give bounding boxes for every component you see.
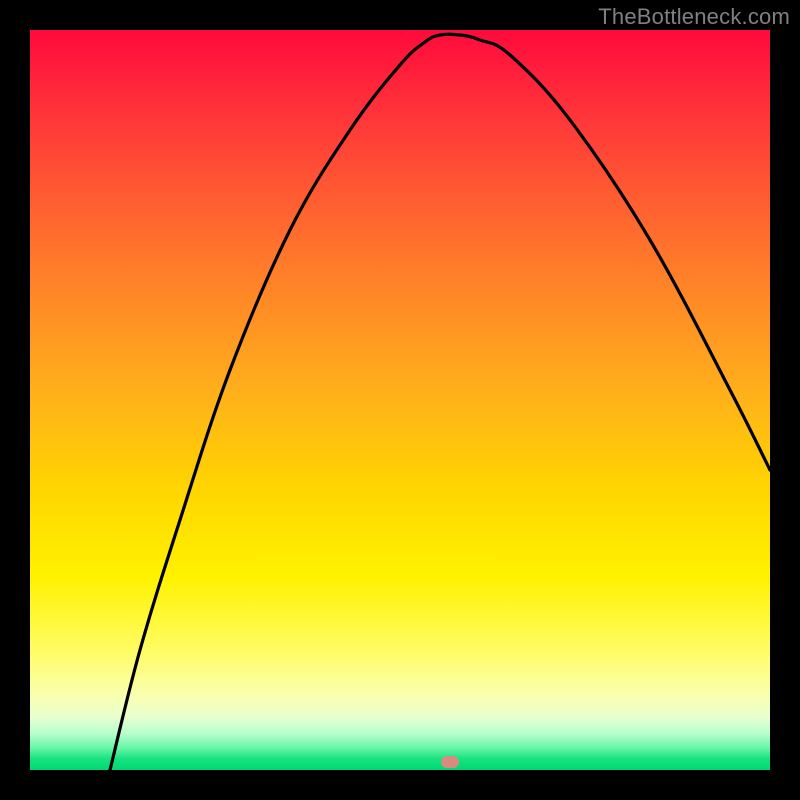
curve-svg: [30, 30, 770, 770]
plot-area: [30, 30, 770, 770]
chart-frame: TheBottleneck.com: [0, 0, 800, 800]
watermark-text: TheBottleneck.com: [598, 4, 790, 30]
bottleneck-curve: [110, 34, 770, 770]
chart-marker: [441, 756, 459, 768]
